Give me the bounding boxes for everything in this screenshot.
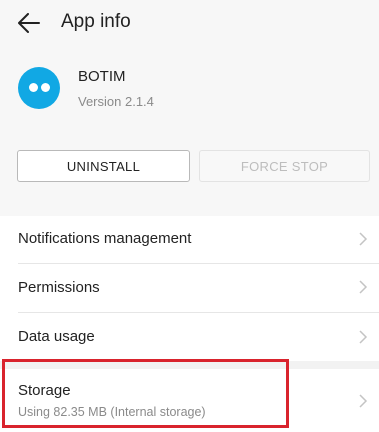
chevron-right-icon: [359, 330, 368, 344]
app-icon-eye-right: [41, 83, 50, 92]
app-summary: BOTIM Version 2.1.4: [0, 46, 379, 126]
page-title: App info: [61, 11, 131, 32]
uninstall-button[interactable]: UNINSTALL: [17, 150, 190, 182]
app-version: Version 2.1.4: [78, 94, 154, 109]
storage-label: Storage: [18, 382, 71, 399]
storage-item[interactable]: Storage Using 82.35 MB (Internal storage…: [0, 369, 379, 432]
chevron-right-icon: [359, 280, 368, 294]
chevron-right-icon: [359, 232, 368, 246]
action-buttons: UNINSTALL FORCE STOP: [0, 126, 379, 216]
storage-usage-detail: Using 82.35 MB (Internal storage): [18, 405, 206, 419]
chevron-right-icon: [359, 394, 368, 408]
data-usage-label: Data usage: [18, 328, 95, 345]
app-name: BOTIM: [78, 68, 126, 85]
app-bar: App info: [0, 0, 379, 46]
back-arrow-icon: [18, 13, 40, 33]
section-gap: [0, 361, 379, 369]
notifications-management-item[interactable]: Notifications management: [0, 216, 379, 263]
force-stop-button: FORCE STOP: [199, 150, 370, 182]
botim-app-icon: [18, 67, 60, 109]
data-usage-item[interactable]: Data usage: [0, 313, 379, 361]
permissions-label: Permissions: [18, 279, 100, 296]
notifications-management-label: Notifications management: [18, 230, 192, 247]
back-button[interactable]: [14, 8, 44, 38]
app-info-screen: App info BOTIM Version 2.1.4 UNINSTALL F…: [0, 0, 379, 432]
permissions-item[interactable]: Permissions: [0, 264, 379, 311]
app-icon-eye-left: [29, 83, 38, 92]
